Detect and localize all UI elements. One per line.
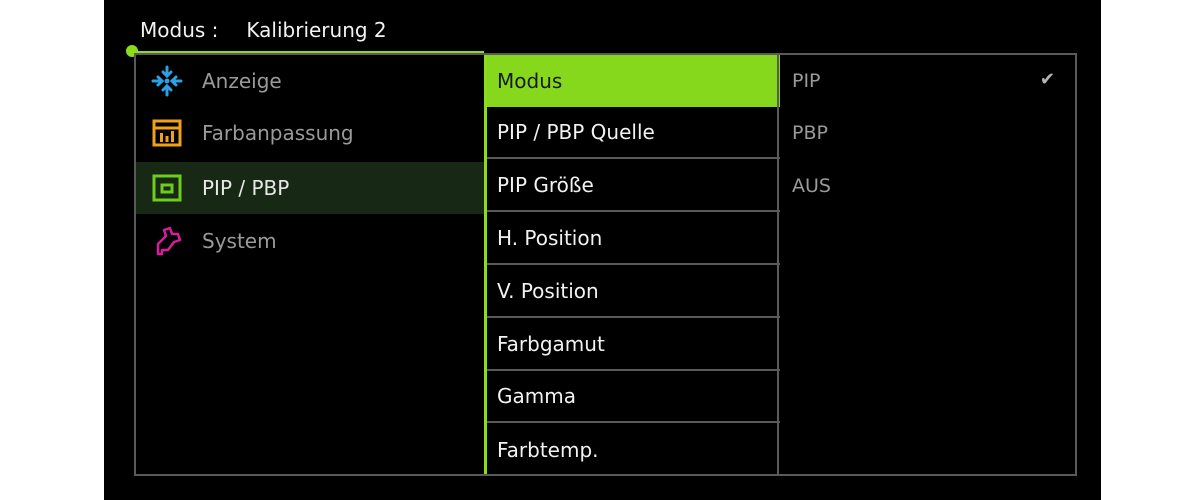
option-item-pip[interactable]: PIP ✔	[780, 55, 1077, 107]
submenu-item-farbtemp[interactable]: Farbtemp.	[487, 424, 780, 476]
submenu-item-farbgamut[interactable]: Farbgamut	[487, 319, 780, 371]
submenu-label: Modus	[497, 69, 563, 93]
options-column: PIP ✔ PBP AUS	[780, 55, 1077, 474]
submenu-label: Gamma	[497, 384, 576, 408]
submenu-item-pip-pbp-quelle[interactable]: PIP / PBP Quelle	[487, 107, 780, 159]
submenu-item-modus[interactable]: Modus	[487, 55, 780, 107]
submenu-item-v-position[interactable]: V. Position	[487, 266, 780, 318]
category-item-system[interactable]: System	[136, 215, 484, 267]
category-column: Anzeige Farbanpassung PIP / PBP System	[136, 55, 484, 474]
option-item-aus[interactable]: AUS	[780, 160, 1077, 212]
category-item-pip-pbp[interactable]: PIP / PBP	[136, 162, 484, 214]
category-label-anzeige: Anzeige	[202, 69, 282, 93]
category-label-system: System	[202, 229, 277, 253]
submenu-label: H. Position	[497, 226, 603, 250]
mode-label: Modus :	[140, 18, 219, 42]
submenu-item-pip-groesse[interactable]: PIP Größe	[487, 160, 780, 212]
option-label: PIP	[792, 70, 821, 92]
snowflake-arrows-icon	[150, 64, 184, 98]
mode-value: Kalibrierung 2	[246, 18, 387, 42]
checkmark-icon: ✔	[1039, 69, 1055, 90]
pip-window-icon	[150, 171, 184, 205]
color-bars-icon	[150, 116, 184, 150]
category-item-anzeige[interactable]: Anzeige	[136, 55, 484, 107]
category-item-farbanpassung[interactable]: Farbanpassung	[136, 107, 484, 159]
option-item-pbp[interactable]: PBP	[780, 107, 1077, 159]
submenu-divider	[777, 55, 779, 474]
submenu-item-gamma[interactable]: Gamma	[487, 371, 780, 423]
option-label: PBP	[792, 122, 828, 144]
category-label-pip-pbp: PIP / PBP	[202, 176, 290, 200]
mode-header: Modus : Kalibrierung 2	[140, 14, 387, 46]
category-label-farbanpassung: Farbanpassung	[202, 121, 354, 145]
submenu-label: PIP Größe	[497, 173, 594, 197]
wrench-icon	[150, 224, 184, 258]
submenu-label: PIP / PBP Quelle	[497, 120, 655, 144]
submenu-column: Modus PIP / PBP Quelle PIP Größe H. Posi…	[484, 55, 780, 474]
submenu-label: Farbtemp.	[497, 438, 599, 462]
submenu-item-h-position[interactable]: H. Position	[487, 213, 780, 265]
submenu-label: V. Position	[497, 279, 599, 303]
option-label: AUS	[792, 175, 831, 197]
osd-screen: Modus : Kalibrierung 2 Anzeige Farbanpas…	[104, 0, 1101, 500]
submenu-label: Farbgamut	[497, 332, 605, 356]
